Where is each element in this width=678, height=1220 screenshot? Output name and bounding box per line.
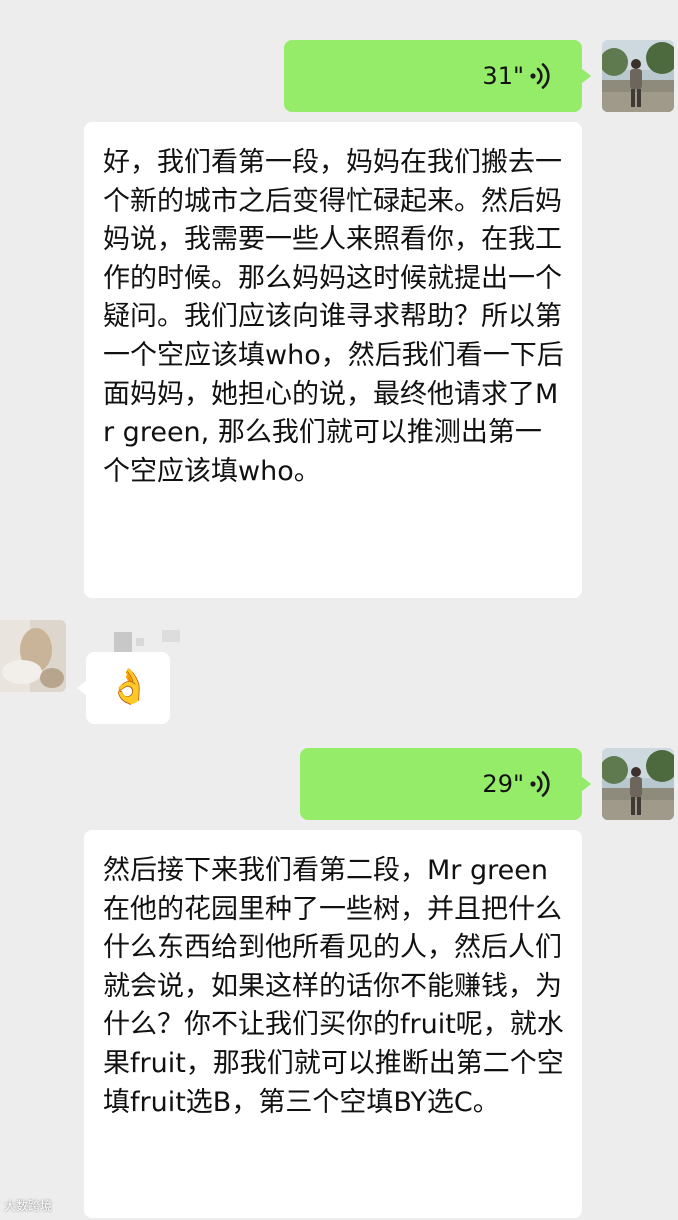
bubble-tail — [77, 680, 87, 696]
self-avatar[interactable] — [602, 40, 674, 112]
voice-duration: 31" — [482, 62, 524, 90]
bubble-tail — [581, 68, 591, 84]
ok-hand-icon: 👌 — [108, 667, 151, 707]
bubble-tail — [581, 776, 591, 792]
emoji-message-bubble[interactable]: 👌 — [77, 652, 170, 724]
voice-message-bubble[interactable]: 29" — [300, 748, 591, 820]
voice-duration: 29" — [482, 770, 524, 798]
voice-wave-icon — [530, 63, 550, 89]
voice-message-bubble[interactable]: 31" — [284, 40, 591, 112]
self-avatar[interactable] — [602, 748, 674, 820]
watermark: 大数跨境 — [4, 1199, 53, 1213]
text-message-bubble[interactable]: 好，我们看第一段，妈妈在我们搬去一个新的城市之后变得忙碌起来。然后妈妈说，我需要… — [84, 122, 582, 598]
voice-wave-icon — [530, 771, 550, 797]
contact-avatar[interactable] — [0, 620, 66, 692]
text-message-bubble[interactable]: 然后接下来我们看第二段，Mr green在他的花园里种了一些树，并且把什么什么东… — [84, 830, 582, 1218]
